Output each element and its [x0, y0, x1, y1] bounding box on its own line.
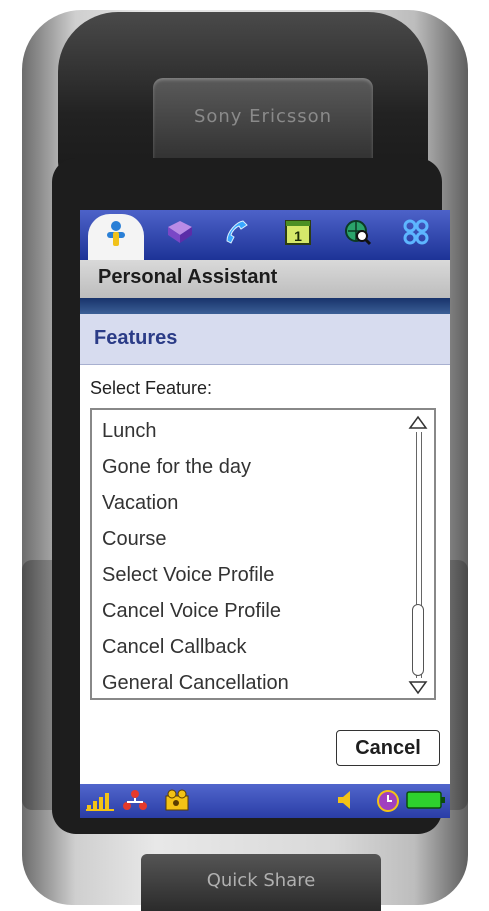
select-feature-label: Select Feature: — [90, 378, 213, 398]
scroll-down-arrow-icon[interactable] — [408, 680, 428, 701]
battery-icon — [406, 789, 446, 816]
network-icon — [122, 789, 148, 816]
quick-share-button[interactable]: Quick Share — [141, 854, 381, 911]
background-strip — [80, 298, 450, 314]
list-item-cancel-callback[interactable]: Cancel Callback — [102, 636, 247, 659]
phone-icon — [223, 219, 249, 251]
app-title-bar: Personal Assistant — [80, 260, 450, 298]
list-item-course[interactable]: Course — [102, 528, 166, 551]
volume-icon[interactable] — [336, 789, 356, 816]
clock-icon[interactable] — [376, 789, 400, 818]
feature-list[interactable]: Lunch Gone for the day Vacation Course S… — [90, 408, 436, 700]
dialog-header: Features — [80, 314, 450, 365]
list-item-cancel-voice-profile[interactable]: Cancel Voice Profile — [102, 600, 281, 623]
grid-icon — [402, 218, 430, 252]
cancel-button[interactable]: Cancel — [336, 730, 440, 766]
scroll-thumb[interactable] — [412, 604, 424, 676]
status-bar — [80, 784, 450, 818]
tab-phone[interactable] — [216, 216, 256, 254]
list-item-gone-for-the-day[interactable]: Gone for the day — [102, 456, 251, 479]
list-item-general-cancellation[interactable]: General Cancellation — [102, 672, 289, 695]
signal-icon — [86, 789, 114, 816]
dialog-title: Features — [94, 327, 178, 349]
tab-bar: 1 — [80, 210, 450, 260]
quick-share-label: Quick Share — [206, 870, 316, 891]
person-icon — [101, 219, 131, 255]
book-icon — [165, 219, 195, 251]
scrollbar[interactable] — [408, 414, 428, 696]
globe-icon — [344, 218, 372, 252]
svg-text:1: 1 — [294, 228, 302, 244]
earpiece: Sony Ericsson — [153, 78, 373, 170]
list-item-lunch[interactable]: Lunch — [102, 420, 157, 443]
tab-personal-assistant[interactable] — [88, 214, 144, 260]
screen: 1 Personal Assistant Features Select Fea… — [80, 210, 450, 818]
list-item-select-voice-profile[interactable]: Select Voice Profile — [102, 564, 274, 587]
tab-calendar[interactable]: 1 — [278, 216, 318, 254]
tab-contacts[interactable] — [160, 216, 200, 254]
list-item-vacation[interactable]: Vacation — [102, 492, 178, 515]
calendar-icon: 1 — [284, 218, 312, 252]
tab-web[interactable] — [338, 216, 378, 254]
camera-icon — [164, 789, 192, 816]
tab-more[interactable] — [396, 216, 436, 254]
app-title: Personal Assistant — [98, 266, 278, 288]
brand-logo: Sony Ericsson — [193, 106, 333, 127]
